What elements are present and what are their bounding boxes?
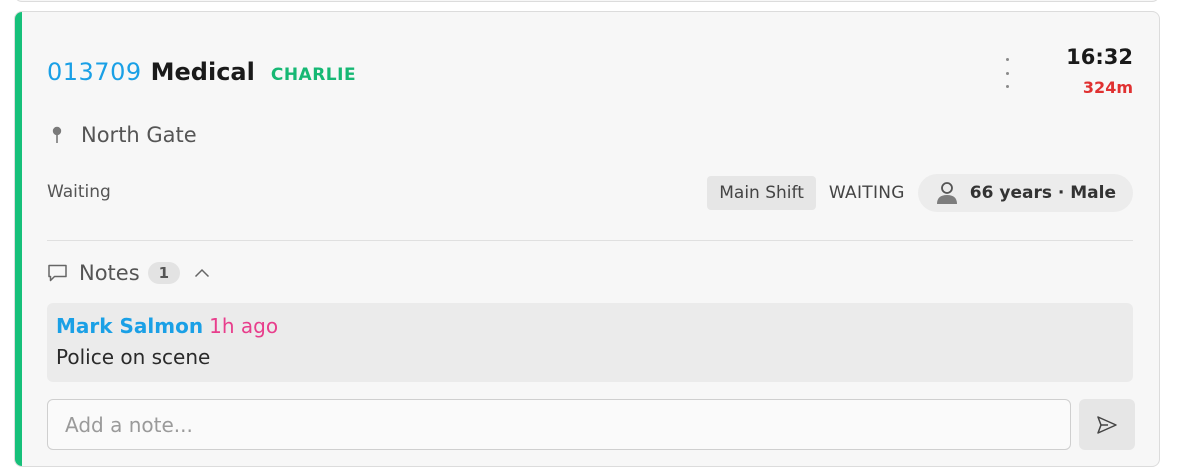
note-author[interactable]: Mark Salmon (56, 314, 203, 338)
incident-type: Medical (150, 58, 255, 86)
incident-code: CHARLIE (270, 65, 357, 85)
send-note-button[interactable] (1079, 399, 1135, 450)
send-icon (1097, 415, 1117, 434)
chevron-up-icon[interactable] (194, 268, 210, 278)
notes-header[interactable]: Notes 1 (47, 261, 210, 285)
person-icon (936, 182, 957, 204)
more-vertical-icon (1005, 58, 1009, 61)
note-text: Police on scene (56, 345, 211, 369)
more-dot (1005, 71, 1009, 75)
previous-incident-card (14, 0, 1160, 2)
add-note-input[interactable] (47, 399, 1071, 450)
map-pin-icon (52, 126, 62, 143)
elapsed-time: 324m (1082, 78, 1133, 97)
patient-chip: 66 years · Male (917, 174, 1133, 212)
more-dot (1005, 85, 1009, 88)
location-row: North Gate (51, 123, 197, 147)
incident-tags: Main Shift WAITING 66 years · Male (707, 174, 1133, 212)
location-text: North Gate (81, 123, 197, 147)
incident-time: 16:32 (1066, 45, 1133, 69)
section-divider (47, 240, 1133, 241)
notes-label: Notes (79, 261, 140, 285)
notes-count-badge: 1 (147, 262, 181, 284)
note-meta: Mark Salmon 1h ago (56, 314, 1124, 338)
note-item: Mark Salmon 1h ago Police on scene (47, 303, 1133, 382)
more-options-button[interactable] (997, 56, 1017, 90)
shift-chip: Main Shift (707, 176, 816, 210)
status-text: Waiting (47, 182, 111, 202)
incident-id[interactable]: 013709 (47, 58, 142, 86)
priority-accent-bar (15, 12, 22, 466)
incident-card[interactable]: 013709 Medical CHARLIE 16:32 324m North … (14, 11, 1160, 467)
incident-title-row: 013709 Medical CHARLIE (47, 58, 356, 86)
comment-icon (48, 264, 67, 282)
note-time: 1h ago (209, 314, 279, 338)
patient-info: 66 years · Male (969, 183, 1116, 203)
state-label: WAITING (828, 183, 905, 203)
